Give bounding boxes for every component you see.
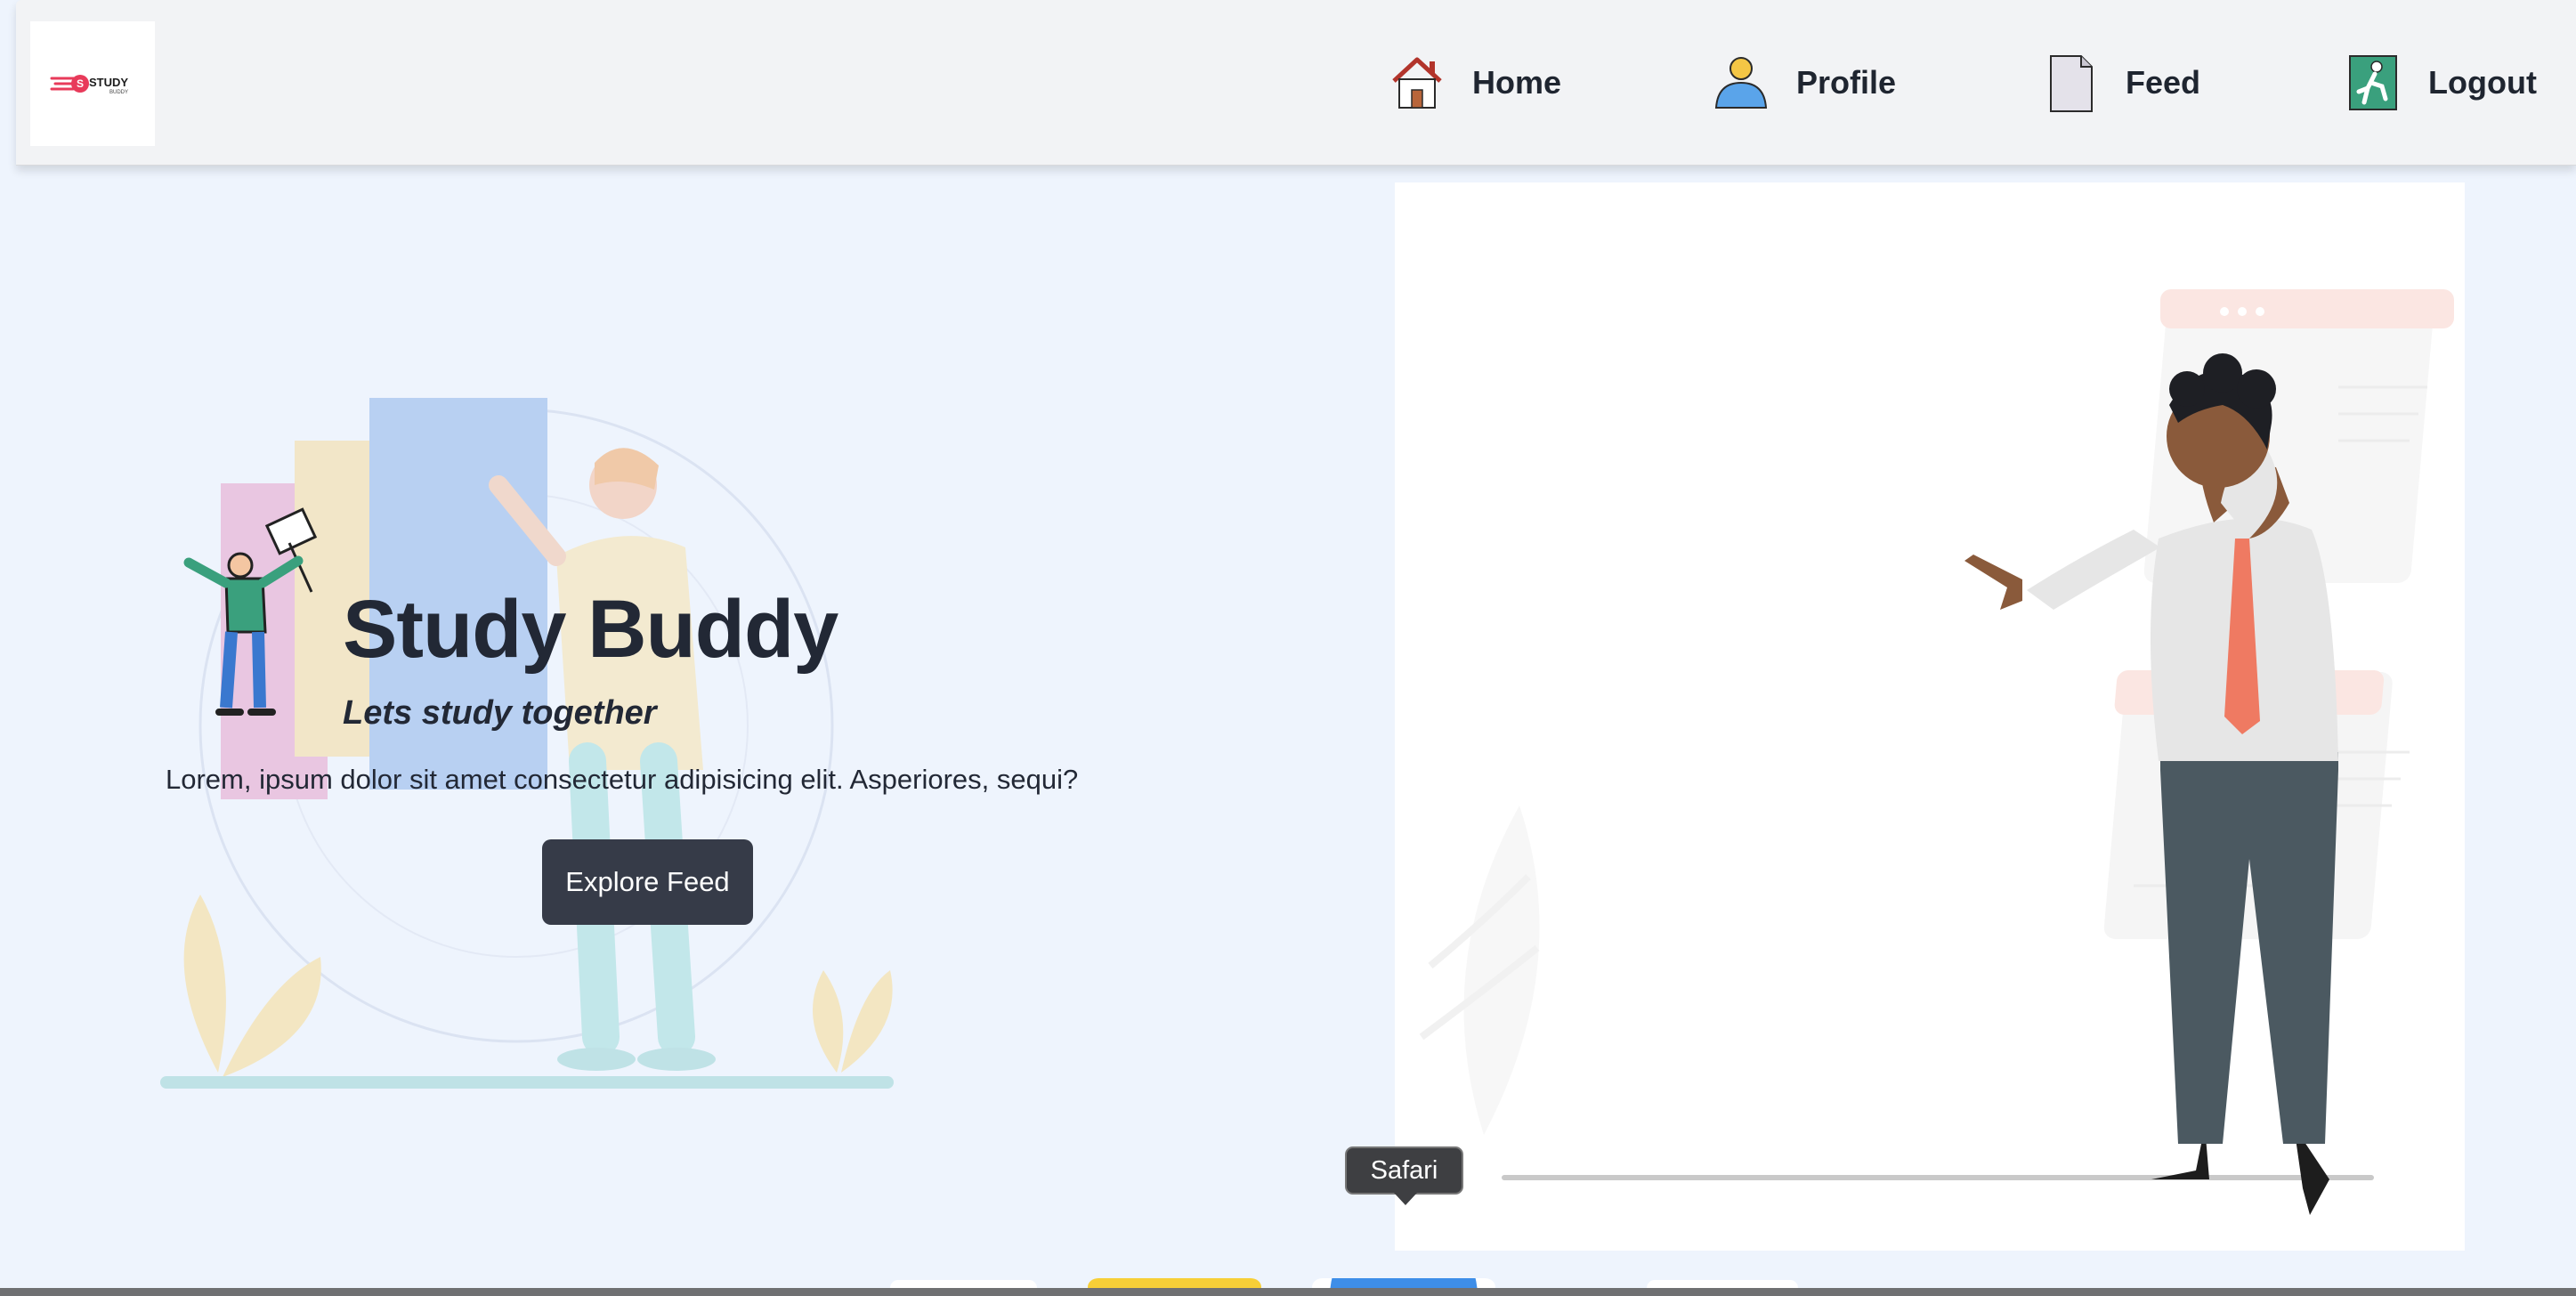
logo-subtext: BUDDY — [109, 90, 128, 95]
nav-logout-label: Logout — [2428, 64, 2537, 101]
hero-title: Study Buddy — [343, 584, 838, 675]
hero-illustration-panel — [1395, 182, 2465, 1251]
svg-text:S: S — [77, 77, 84, 90]
nav-logout[interactable]: Logout — [2341, 46, 2537, 119]
hero-lead-text: Lorem, ipsum dolor sit amet consectetur … — [166, 764, 1079, 795]
study-buddy-logo[interactable]: S STUDY BUDDY — [30, 21, 155, 146]
hero-tagline: Lets study together — [343, 694, 657, 732]
dock-tooltip-arrow — [1394, 1193, 1417, 1205]
nav-feed[interactable]: Feed — [2038, 46, 2200, 119]
user-icon — [1714, 57, 1768, 109]
nav-feed-label: Feed — [2126, 64, 2201, 101]
nav-home-label: Home — [1472, 64, 1562, 101]
dock-bar — [0, 1288, 2576, 1296]
logo-swoosh-icon: S STUDY BUDDY — [50, 75, 128, 95]
nav-home[interactable]: Home — [1385, 46, 1561, 119]
logo-text: STUDY — [89, 76, 128, 89]
nav-profile-label: Profile — [1796, 64, 1897, 101]
document-icon — [2050, 55, 2093, 112]
explore-feed-button[interactable]: Explore Feed — [542, 839, 753, 925]
nav-profile[interactable]: Profile — [1709, 46, 1896, 119]
dock-tooltip: Safari — [1345, 1146, 1463, 1195]
thinking-man-illustration — [1419, 289, 2454, 1215]
house-icon — [1392, 57, 1442, 109]
hero-section: Study Buddy Lets study together Lorem, i… — [0, 182, 1395, 1277]
hero-background-illustration — [160, 398, 894, 1089]
top-navbar: S STUDY BUDDY Home Profile Feed Logout — [16, 0, 2576, 166]
exit-door-icon — [2349, 55, 2397, 110]
